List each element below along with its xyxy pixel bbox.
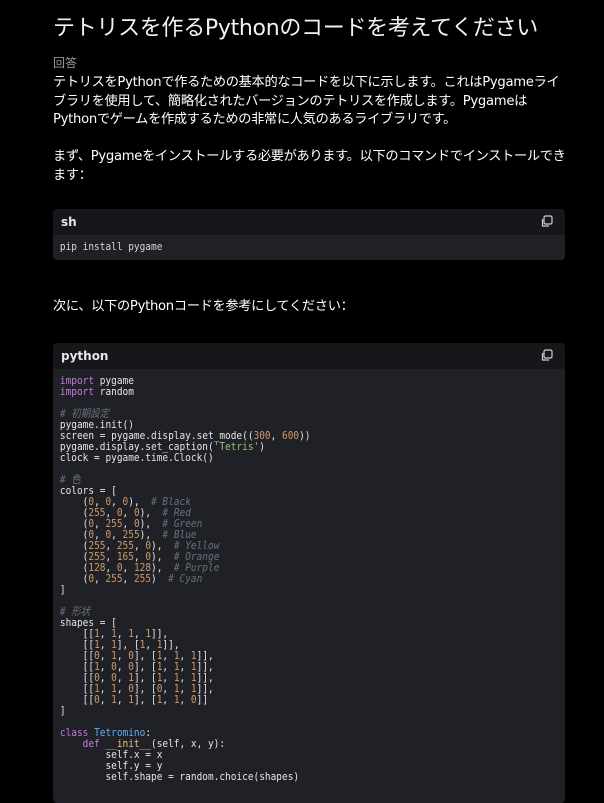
question-title: テトリスを作るPythonのコードを考えてください: [53, 16, 539, 41]
answer-paragraph-install: まず、Pygameをインストールする必要があります。以下のコマンドでインストール…: [53, 149, 566, 183]
code-line: self.shape = random.choice(shapes): [59, 770, 300, 783]
code-line: ​: [60, 595, 487, 606]
copy-icon[interactable]: [540, 215, 553, 228]
code-line: (0, 255, 255) # Cyan: [59, 572, 203, 585]
code-content: pip install pygame: [59, 240, 163, 253]
code-line: # 形状: [59, 605, 91, 618]
code-block-header: python: [53, 343, 565, 369]
code-language-label: python: [61, 349, 109, 363]
code-line: [[0, 1, 1], [1, 1, 0]]: [59, 693, 209, 706]
answer-paragraph-intro: テトリスをPythonで作るための基本的なコードを以下に示します。これはPyga…: [53, 75, 560, 127]
code-content: import pygameimport random​# 初期設定pygame.…: [53, 369, 493, 788]
code-block-sh: sh pip install pygame: [53, 209, 565, 260]
code-line: ​: [60, 463, 487, 474]
code-line: # 色: [59, 473, 81, 486]
code-line: ]: [59, 583, 66, 596]
code-line: ]: [59, 704, 66, 717]
code-block-header: sh: [53, 209, 565, 235]
copy-icon[interactable]: [540, 349, 553, 362]
answer-paragraph-code-intro: 次に、以下のPythonコードを参考にしてください：: [53, 299, 354, 314]
code-line: clock = pygame.time.Clock(): [59, 451, 214, 464]
answer-label: 回答: [53, 56, 78, 70]
code-line: ​: [60, 397, 487, 408]
code-language-label: sh: [61, 215, 77, 229]
code-line: import random: [59, 385, 134, 398]
code-block-python: python import pygameimport random​# 初期設定…: [53, 343, 565, 803]
